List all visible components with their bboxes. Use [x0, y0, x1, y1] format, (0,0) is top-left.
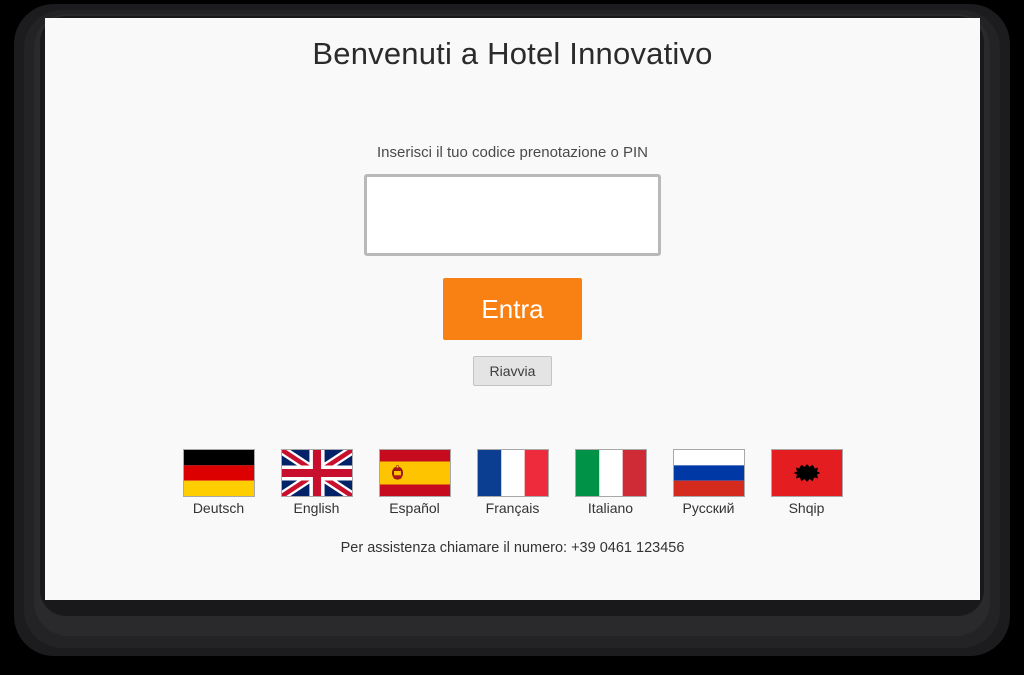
gb-flag-icon — [280, 449, 353, 497]
language-label: Deutsch — [192, 500, 245, 516]
booking-code-input[interactable] — [364, 174, 661, 256]
language-option-english[interactable]: English — [273, 449, 361, 516]
language-label: Français — [485, 500, 540, 516]
language-option-russkiy[interactable]: Русский — [665, 449, 753, 516]
language-label: Shqip — [788, 500, 825, 516]
enter-button-container: Entra — [45, 278, 980, 340]
it-flag-icon — [574, 449, 647, 497]
language-option-deutsch[interactable]: Deutsch — [175, 449, 263, 516]
language-selector: Deutsch English Español Français Italian… — [45, 449, 980, 516]
language-label: Español — [389, 500, 440, 516]
restart-button-container: Riavvia — [45, 356, 980, 386]
language-option-italiano[interactable]: Italiano — [567, 449, 655, 516]
language-option-shqip[interactable]: Shqip — [763, 449, 851, 516]
language-option-francais[interactable]: Français — [469, 449, 557, 516]
code-input-container — [45, 174, 980, 256]
de-flag-icon — [182, 449, 255, 497]
al-flag-icon — [770, 449, 843, 497]
page-title: Benvenuti a Hotel Innovativo — [312, 36, 713, 71]
enter-button[interactable]: Entra — [443, 278, 582, 340]
support-phone-text: Per assistenza chiamare il numero: +39 0… — [340, 540, 685, 556]
ru-flag-icon — [672, 449, 745, 497]
language-label: Русский — [682, 500, 735, 516]
language-label: English — [293, 500, 340, 516]
language-option-espanol[interactable]: Español — [371, 449, 459, 516]
restart-button[interactable]: Riavvia — [473, 356, 552, 386]
code-prompt-label: Inserisci il tuo codice prenotazione o P… — [377, 144, 648, 161]
es-flag-icon — [378, 449, 451, 497]
device-frame: Benvenuti a Hotel Innovativo Inserisci i… — [0, 0, 1024, 675]
fr-flag-icon — [476, 449, 549, 497]
kiosk-screen: Benvenuti a Hotel Innovativo Inserisci i… — [45, 18, 980, 600]
language-label: Italiano — [587, 500, 634, 516]
